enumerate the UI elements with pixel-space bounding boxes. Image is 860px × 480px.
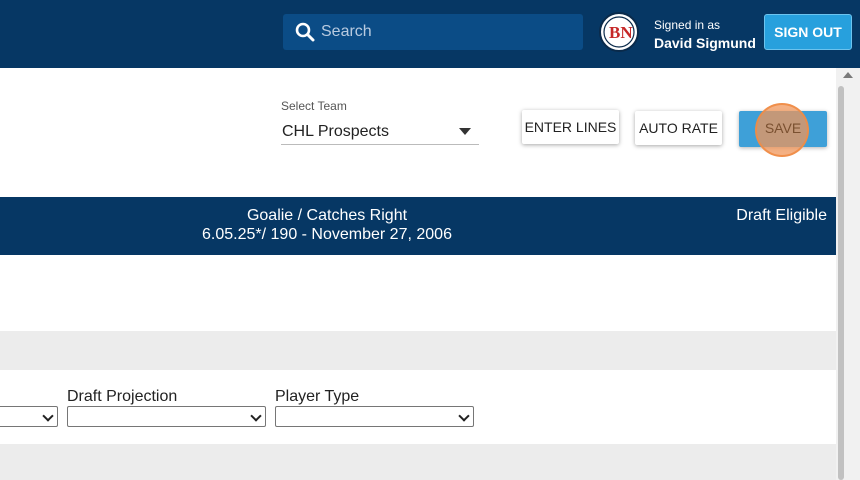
caret-down-icon bbox=[459, 128, 471, 135]
enter-lines-button[interactable]: ENTER LINES bbox=[522, 110, 619, 144]
signed-in-label: Signed in as bbox=[654, 18, 721, 32]
sign-out-button[interactable]: SIGN OUT bbox=[764, 14, 852, 50]
draft-projection-select[interactable] bbox=[67, 406, 266, 427]
team-select-value: CHL Prospects bbox=[282, 123, 389, 140]
avatar-initial-b: BN bbox=[609, 23, 633, 42]
section-divider bbox=[0, 331, 836, 370]
select-team-label: Select Team bbox=[281, 99, 347, 113]
scroll-up-arrow-icon[interactable] bbox=[843, 72, 853, 78]
player-position: Goalie / Catches Right bbox=[246, 207, 408, 224]
scroll-thumb[interactable] bbox=[838, 86, 844, 480]
chevron-down-icon bbox=[458, 410, 470, 422]
chevron-down-icon bbox=[250, 410, 262, 422]
player-type-label: Player Type bbox=[275, 388, 360, 405]
vertical-scrollbar[interactable] bbox=[836, 68, 860, 480]
chevron-down-icon bbox=[42, 410, 54, 422]
partial-select[interactable] bbox=[0, 406, 58, 427]
search-box[interactable] bbox=[283, 14, 583, 50]
draft-status: Draft Eligible bbox=[736, 207, 827, 224]
player-info-band: Goalie / Catches Right 6.05.25*/ 190 - N… bbox=[0, 197, 836, 255]
auto-rate-button[interactable]: AUTO RATE bbox=[635, 111, 722, 145]
player-type-select[interactable] bbox=[275, 406, 474, 427]
click-indicator bbox=[755, 103, 809, 157]
top-bar: BN Signed in as David Sigmund SIGN OUT bbox=[0, 0, 860, 68]
search-icon bbox=[295, 22, 315, 42]
search-input[interactable] bbox=[321, 14, 576, 50]
avatar[interactable]: BN bbox=[599, 12, 639, 52]
section-divider bbox=[0, 444, 836, 480]
user-name: David Sigmund bbox=[654, 35, 756, 51]
draft-projection-label: Draft Projection bbox=[67, 388, 178, 405]
team-select[interactable]: CHL Prospects bbox=[281, 119, 479, 145]
player-bio: 6.05.25*/ 190 - November 27, 2006 bbox=[202, 226, 452, 243]
